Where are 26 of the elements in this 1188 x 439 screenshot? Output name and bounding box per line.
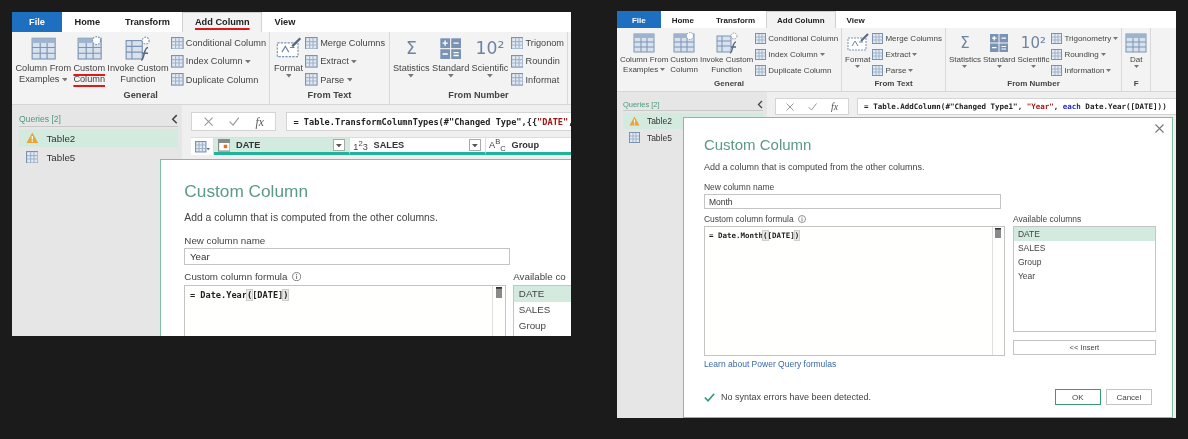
group-label: General xyxy=(122,90,159,103)
column-name: DATE xyxy=(236,140,261,151)
field-label: Available co xyxy=(513,271,566,282)
dialog-description: Add a column that is computed from the other columns. xyxy=(703,162,926,172)
field-label: New column name xyxy=(703,182,775,192)
column-name: SALES xyxy=(373,140,405,151)
group-label: F xyxy=(1132,79,1140,90)
status-message: No syntax errors have been detected. xyxy=(720,392,871,402)
field-label: Custom column formula xyxy=(703,214,794,224)
button-glyph: Σ xyxy=(960,33,970,54)
group-label: From Text xyxy=(873,79,914,90)
field-label: Available columns xyxy=(1012,214,1082,224)
dialog-description: Add a column that is computed from the other columns. xyxy=(184,212,439,224)
button-glyph: 10² xyxy=(1020,33,1046,54)
dialog-title: Custom Column xyxy=(703,136,813,153)
group-label: General xyxy=(713,79,745,90)
button-glyph: 10² xyxy=(475,37,505,61)
field-label: Custom column formula xyxy=(184,271,288,282)
column-name: Group xyxy=(511,140,540,151)
pane-title: Queries [2] xyxy=(18,114,61,125)
group-label: From Text xyxy=(306,90,353,103)
button-glyph: Σ xyxy=(405,37,417,61)
group-label: From Number xyxy=(1006,79,1061,90)
group-label: From Number xyxy=(447,90,510,103)
dialog-title: Custom Column xyxy=(184,180,309,202)
field-label: New column name xyxy=(184,234,266,246)
